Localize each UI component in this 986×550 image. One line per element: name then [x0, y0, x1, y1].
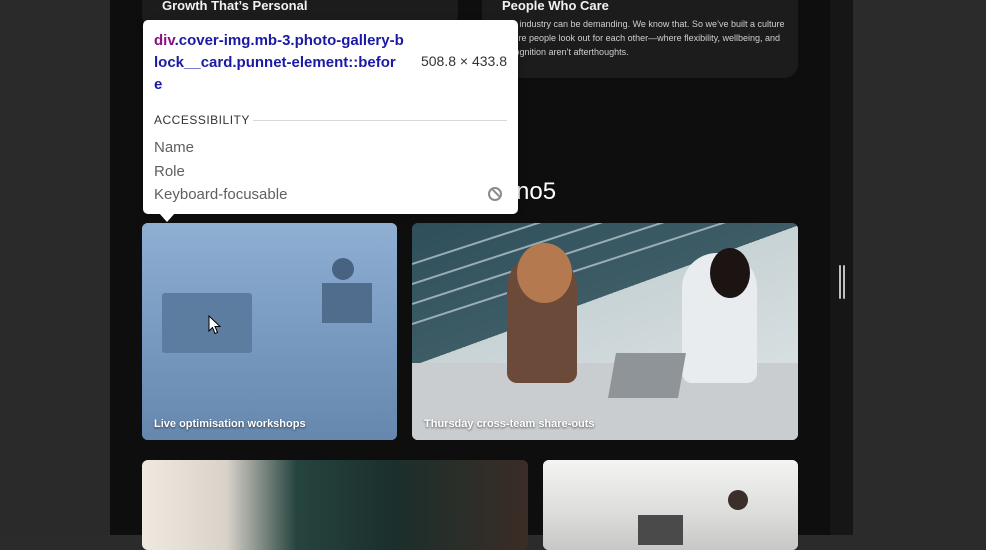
- section-heading: no5: [516, 178, 557, 205]
- gallery-photo-4[interactable]: [543, 460, 798, 550]
- resize-handle[interactable]: [838, 265, 846, 299]
- mouse-cursor-icon: [208, 315, 222, 335]
- devtools-panel-area: [853, 0, 986, 535]
- a11y-name-label: Name: [154, 139, 195, 156]
- inspector-highlight-overlay: [142, 223, 397, 440]
- tooltip-arrow: [159, 213, 175, 222]
- card-body: Our industry can be demanding. We know t…: [502, 19, 785, 57]
- photo-caption: Thursday cross-team share-outs: [424, 418, 595, 430]
- accessibility-heading: ACCESSIBILITY: [154, 113, 250, 127]
- a11y-keyboard-label: Keyboard-focusable: [154, 186, 288, 203]
- inspector-tooltip: div.cover-img.mb-3.photo-gallery-block__…: [143, 20, 518, 214]
- feature-card-people: People Who Care Our industry can be dema…: [482, 0, 798, 78]
- element-size: 508.8 × 433.8: [420, 53, 507, 69]
- card-title: People Who Care: [502, 0, 609, 13]
- not-allowed-icon: [488, 187, 502, 201]
- element-classes: .cover-img.mb-3.photo-gallery-block__car…: [154, 32, 404, 93]
- photo-caption: Live optimisation workshops: [154, 418, 306, 430]
- devtools-left-gutter: [0, 0, 110, 535]
- divider: [253, 120, 507, 121]
- gallery-photo-share-outs[interactable]: Thursday cross-team share-outs: [412, 223, 798, 440]
- gallery-photo-3[interactable]: [142, 460, 528, 550]
- card-title: Growth That’s Personal: [162, 0, 308, 13]
- gallery-photo-workshops[interactable]: Live optimisation workshops: [142, 223, 397, 440]
- a11y-role-label: Role: [154, 163, 185, 180]
- element-tag: div: [154, 32, 175, 49]
- element-selector: div.cover-img.mb-3.photo-gallery-block__…: [154, 30, 404, 96]
